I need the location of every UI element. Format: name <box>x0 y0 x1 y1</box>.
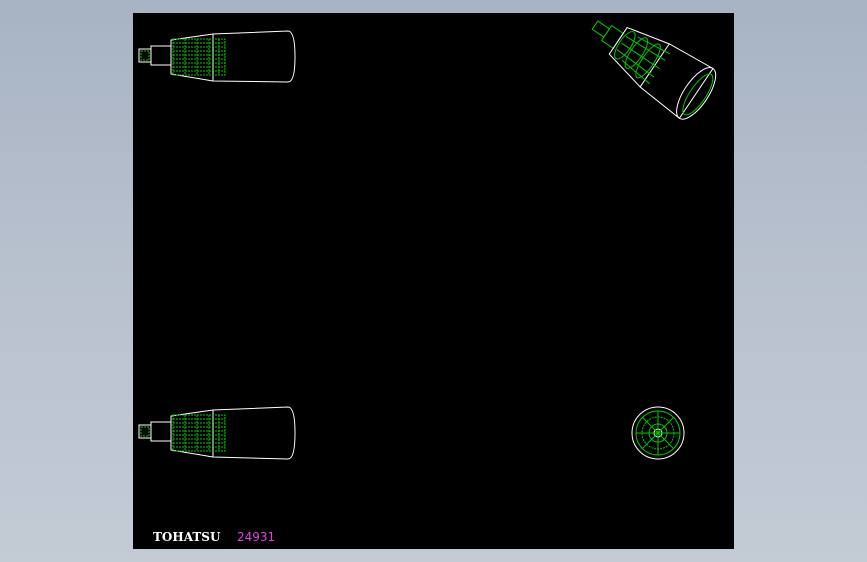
brand-text: TOHATSU <box>153 530 221 544</box>
part-number-text: 24931 <box>237 530 276 544</box>
cad-viewport[interactable]: TOHATSU 24931 <box>133 13 734 549</box>
bottom-left-side-view[interactable] <box>138 406 296 460</box>
top-left-side-view[interactable] <box>138 30 296 83</box>
bottom-right-end-view[interactable] <box>631 406 685 460</box>
top-right-isometric-view[interactable] <box>578 13 723 125</box>
cad-drawing <box>138 13 723 460</box>
